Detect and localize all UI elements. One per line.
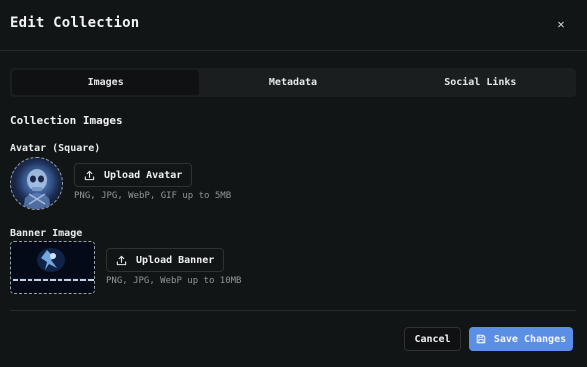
upload-avatar-label: Upload Avatar: [104, 169, 183, 181]
avatar-preview: [10, 157, 63, 210]
upload-icon: [116, 255, 127, 265]
upload-icon: [84, 170, 95, 180]
dialog-header: Edit Collection ✕: [0, 0, 587, 51]
footer-divider: [10, 310, 576, 311]
cancel-button[interactable]: Cancel: [404, 327, 461, 351]
close-button[interactable]: ✕: [551, 14, 571, 34]
banner-hint: PNG, JPG, WebP up to 10MB: [106, 276, 242, 286]
avatar-label: Avatar (Square): [10, 143, 101, 154]
banner-image: [11, 242, 94, 293]
save-icon: [476, 334, 486, 344]
banner-label: Banner Image: [10, 228, 83, 239]
edit-collection-dialog: Edit Collection ✕ Images Metadata Social…: [0, 0, 587, 367]
section-title: Collection Images: [10, 114, 123, 127]
tab-bar: Images Metadata Social Links: [10, 68, 576, 97]
upload-avatar-button[interactable]: Upload Avatar: [74, 163, 193, 187]
dialog-title: Edit Collection: [10, 15, 140, 31]
save-changes-button[interactable]: Save Changes: [469, 327, 573, 351]
tab-social-links[interactable]: Social Links: [387, 70, 574, 95]
banner-preview: [10, 241, 95, 294]
upload-banner-label: Upload Banner: [136, 254, 215, 266]
avatar-image: [11, 158, 62, 209]
tab-metadata[interactable]: Metadata: [199, 70, 386, 95]
save-changes-label: Save Changes: [493, 333, 567, 345]
avatar-hint: PNG, JPG, WebP, GIF up to 5MB: [74, 191, 232, 201]
tab-images[interactable]: Images: [12, 70, 200, 95]
upload-banner-button[interactable]: Upload Banner: [106, 248, 225, 272]
close-icon: ✕: [557, 17, 565, 31]
